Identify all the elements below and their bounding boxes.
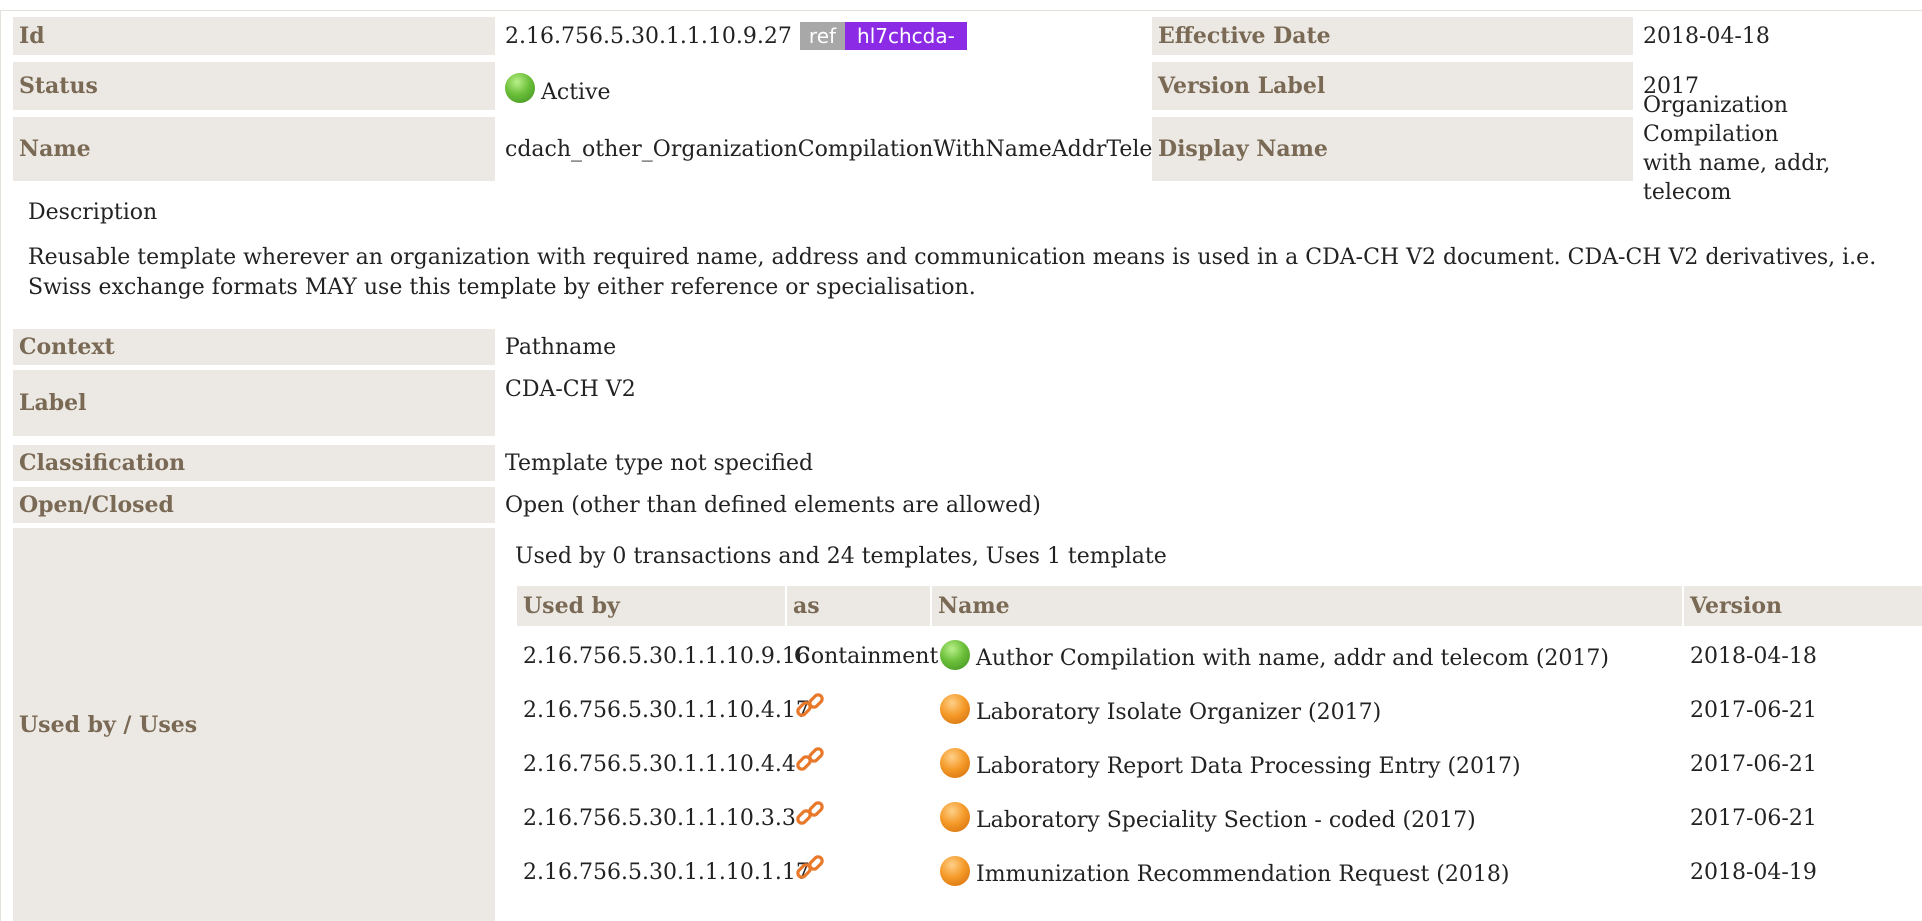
draft-status-icon xyxy=(940,802,970,832)
open-closed-label: Open/Closed xyxy=(13,487,495,523)
description-text: Reusable template wherever an organizati… xyxy=(28,245,1877,300)
display-name-label: Display Name xyxy=(1152,117,1633,181)
description-title: Description xyxy=(28,200,158,225)
table-row-version: 2018-04-19 xyxy=(1690,860,1817,885)
table-row-id[interactable]: 2.16.756.5.30.1.1.10.4.17 xyxy=(523,698,810,723)
name-value: cdach_other_OrganizationCompilationWithN… xyxy=(505,136,1199,162)
version-label-label: Version Label xyxy=(1152,62,1633,110)
table-row-name-cell[interactable]: Laboratory Report Data Processing Entry … xyxy=(940,748,1521,782)
status-label: Status xyxy=(13,62,495,110)
table-row-id[interactable]: 2.16.756.5.30.1.1.10.1.17 xyxy=(523,860,810,885)
table-row-name: Laboratory Report Data Processing Entry … xyxy=(976,754,1521,779)
effective-date-label: Effective Date xyxy=(1152,17,1633,55)
header-version: Version xyxy=(1684,586,1922,626)
name-label: Name xyxy=(13,117,495,181)
open-closed-value: Open (other than defined elements are al… xyxy=(505,492,1041,518)
table-row-id[interactable]: 2.16.756.5.30.1.1.10.9.16 xyxy=(523,644,810,669)
id-label: Id xyxy=(13,17,495,55)
context-label: Context xyxy=(13,329,495,365)
header-as: as xyxy=(787,586,930,626)
label-value: CDA-CH V2 xyxy=(505,377,636,402)
table-row-name: Immunization Recommendation Request (201… xyxy=(976,862,1510,887)
table-row-name: Laboratory Speciality Section - coded (2… xyxy=(976,808,1476,833)
active-status-icon xyxy=(505,73,535,103)
classification-label: Classification xyxy=(13,445,495,481)
id-value-cell: 2.16.756.5.30.1.1.10.9.27 ref hl7chcda- xyxy=(505,17,967,55)
display-name-value: Organization Compilation with name, addr… xyxy=(1643,93,1922,205)
table-row-version: 2018-04-18 xyxy=(1690,644,1817,669)
table-row-id[interactable]: 2.16.756.5.30.1.1.10.3.3 xyxy=(523,806,796,831)
draft-status-icon xyxy=(940,856,970,886)
table-row-name: Laboratory Isolate Organizer (2017) xyxy=(976,700,1382,725)
used-by-summary: Used by 0 transactions and 24 templates,… xyxy=(515,544,1167,569)
header-name: Name xyxy=(932,586,1682,626)
draft-status-icon xyxy=(940,694,970,724)
link-icon xyxy=(794,852,826,890)
table-row-name-cell[interactable]: Laboratory Isolate Organizer (2017) xyxy=(940,694,1382,728)
table-row-version: 2017-06-21 xyxy=(1690,806,1817,831)
table-row-name: Author Compilation with name, addr and t… xyxy=(976,646,1609,671)
table-row-name-cell[interactable]: Laboratory Speciality Section - coded (2… xyxy=(940,802,1476,836)
template-id: 2.16.756.5.30.1.1.10.9.27 xyxy=(505,23,792,49)
prefix-badge: hl7chcda- xyxy=(845,22,967,50)
display-name-line-1: Organization Compilation xyxy=(1643,93,1788,147)
active-status-icon xyxy=(940,640,970,670)
table-row-id[interactable]: 2.16.756.5.30.1.1.10.4.4 xyxy=(523,752,796,777)
link-icon xyxy=(794,690,826,728)
link-icon xyxy=(794,744,826,782)
context-value: Pathname xyxy=(505,334,617,360)
draft-status-icon xyxy=(940,748,970,778)
classification-value: Template type not specified xyxy=(505,450,814,476)
effective-date-value: 2018-04-18 xyxy=(1643,23,1770,49)
used-by-label: Used by / Uses xyxy=(13,528,495,921)
label-label: Label xyxy=(13,370,495,436)
table-row-version: 2017-06-21 xyxy=(1690,752,1817,777)
table-row-version: 2017-06-21 xyxy=(1690,698,1817,723)
table-row-name-cell[interactable]: Author Compilation with name, addr and t… xyxy=(940,640,1609,674)
ref-badge: ref xyxy=(799,22,846,50)
display-name-line-2: with name, addr, telecom xyxy=(1643,151,1831,205)
table-row-as: Containment xyxy=(794,644,939,669)
status-value: Active xyxy=(541,79,611,105)
header-used-by: Used by xyxy=(517,586,785,626)
link-icon xyxy=(794,798,826,836)
status-value-cell: Active xyxy=(505,62,611,110)
table-row-name-cell[interactable]: Immunization Recommendation Request (201… xyxy=(940,856,1510,890)
